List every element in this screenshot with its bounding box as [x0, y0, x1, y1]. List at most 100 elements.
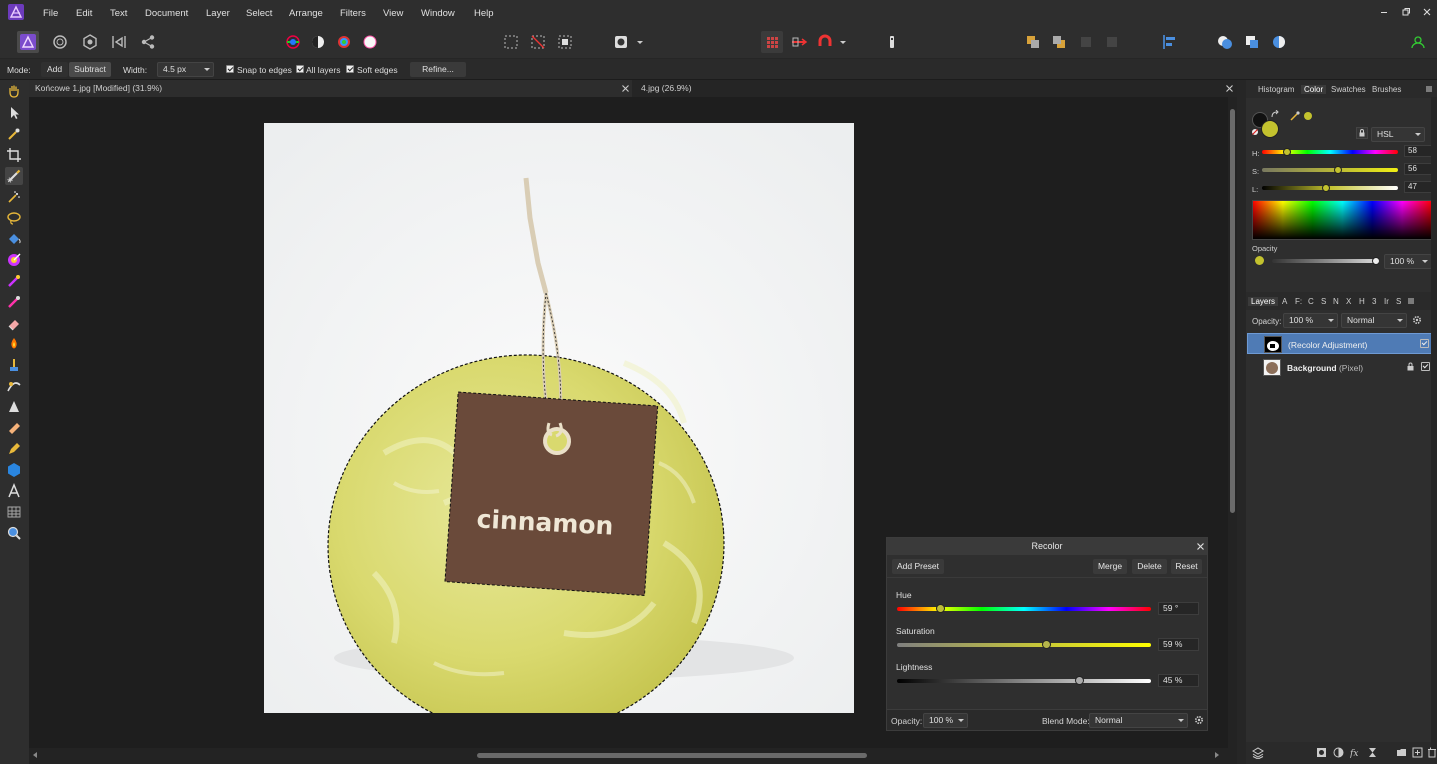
layer-row-background[interactable]: Background (Pixel) — [1247, 357, 1433, 378]
close-tab-1-icon[interactable] — [621, 84, 630, 93]
color-replacement-brush-icon[interactable] — [5, 272, 23, 290]
color-model-dropdown[interactable]: HSL — [1371, 127, 1425, 142]
tab-effects[interactable]: F: — [1295, 297, 1302, 306]
add-pixel-layer-icon[interactable] — [1412, 747, 1423, 758]
menu-text[interactable]: Text — [110, 8, 127, 19]
vertical-scrollbar[interactable] — [1228, 97, 1237, 748]
panel-menu-icon[interactable] — [1426, 86, 1434, 92]
layer-row-recolor[interactable]: (Recolor Adjustment) — [1247, 333, 1433, 354]
sharpen-tool-icon[interactable] — [5, 398, 23, 416]
levels-icon[interactable] — [282, 31, 304, 53]
layer-visibility-checkbox[interactable] — [1421, 362, 1430, 371]
develop-persona-icon[interactable] — [79, 31, 101, 53]
move-forward-icon[interactable] — [1048, 31, 1070, 53]
lightness-slider[interactable] — [897, 679, 1151, 683]
menu-help[interactable]: Help — [474, 8, 494, 19]
close-window-icon[interactable] — [1420, 5, 1434, 19]
color-picker-tool-icon[interactable] — [5, 125, 23, 143]
mesh-warp-tool-icon[interactable] — [5, 503, 23, 521]
photo-persona-icon[interactable] — [17, 31, 39, 53]
tab-histogram[interactable]: Histogram — [1258, 85, 1294, 94]
blend-mode-dropdown[interactable]: Normal — [1089, 713, 1188, 728]
saturation-slider-thumb[interactable] — [1042, 640, 1052, 649]
menu-select[interactable]: Select — [246, 8, 272, 19]
erase-brush-tool-icon[interactable] — [5, 314, 23, 332]
vertical-scroll-thumb[interactable] — [1230, 109, 1235, 513]
zoom-tool-icon[interactable] — [5, 524, 23, 542]
h-slider-thumb[interactable] — [1283, 148, 1291, 156]
tab-info[interactable]: Ir — [1384, 297, 1389, 306]
s-slider[interactable] — [1262, 168, 1398, 172]
flood-fill-tool-icon[interactable] — [5, 230, 23, 248]
close-recolor-icon[interactable] — [1196, 542, 1205, 551]
layer-visibility-checkbox[interactable] — [1420, 339, 1429, 348]
tab-channels[interactable]: C — [1308, 297, 1314, 306]
tab-document-1[interactable]: Końcowe 1.jpg [Modified] (31.9%) — [29, 80, 632, 97]
horizontal-scrollbar[interactable] — [29, 748, 1237, 764]
add-boolean-icon[interactable] — [1214, 31, 1236, 53]
hue-slider-thumb[interactable] — [935, 604, 945, 613]
tab-history[interactable]: H — [1359, 297, 1365, 306]
snapping-dropdown-icon[interactable] — [839, 40, 847, 46]
all-layers-checkbox[interactable] — [296, 65, 304, 73]
snapping-options-icon[interactable] — [788, 31, 810, 53]
layers-gear-icon[interactable] — [1412, 315, 1422, 325]
s-value-field[interactable]: 56 — [1404, 163, 1432, 175]
reset-button[interactable]: Reset — [1171, 559, 1202, 574]
saturation-slider[interactable] — [897, 643, 1151, 647]
menu-edit[interactable]: Edit — [76, 8, 92, 19]
deselect-icon[interactable] — [527, 31, 549, 53]
tab-color[interactable]: Color — [1301, 85, 1327, 94]
merge-button[interactable]: Merge — [1093, 559, 1127, 574]
scroll-left-icon[interactable] — [33, 752, 37, 758]
mode-subtract-button[interactable]: Subtract — [69, 62, 111, 77]
auto-white-balance-icon[interactable] — [359, 31, 381, 53]
flood-select-tool-icon[interactable] — [5, 188, 23, 206]
export-persona-icon[interactable] — [137, 31, 159, 53]
layer-lock-icon[interactable] — [1406, 362, 1415, 371]
tab-navigator[interactable]: N — [1333, 297, 1339, 306]
snap-to-edges-checkbox[interactable] — [226, 65, 234, 73]
color-opacity-dropdown[interactable]: 100 % — [1384, 254, 1432, 269]
layers-panel-menu-icon[interactable] — [1408, 298, 1416, 304]
gear-icon[interactable] — [1194, 715, 1204, 725]
blemish-removal-tool-icon[interactable] — [5, 377, 23, 395]
invert-selection-icon[interactable] — [554, 31, 576, 53]
close-all-tabs-icon[interactable] — [1225, 84, 1234, 93]
color-spectrum[interactable] — [1252, 200, 1433, 240]
hue-value-field[interactable]: 59 ° — [1158, 602, 1199, 615]
soft-edges-checkbox[interactable] — [346, 65, 354, 73]
assistant-icon[interactable] — [881, 31, 903, 53]
width-dropdown[interactable]: 4.5 px — [157, 62, 214, 77]
refine-button[interactable]: Refine... — [410, 62, 466, 77]
document-canvas-image[interactable]: cinnamon — [264, 123, 854, 713]
tone-mapping-persona-icon[interactable] — [108, 31, 130, 53]
fx-icon[interactable]: fx — [1350, 747, 1361, 758]
h-value-field[interactable]: 58 — [1404, 145, 1432, 157]
intersect-boolean-icon[interactable] — [1268, 31, 1290, 53]
add-preset-button[interactable]: Add Preset — [892, 559, 944, 574]
auto-contrast-icon[interactable] — [307, 31, 329, 53]
s-slider-thumb[interactable] — [1334, 166, 1342, 174]
scroll-right-icon[interactable] — [1215, 752, 1219, 758]
group-layers-icon[interactable] — [1396, 747, 1407, 758]
restore-icon[interactable] — [1399, 5, 1413, 19]
clone-brush-tool-icon[interactable] — [5, 356, 23, 374]
snapping-magnet-icon[interactable] — [814, 31, 836, 53]
horizontal-scroll-thumb[interactable] — [477, 753, 867, 758]
menu-window[interactable]: Window — [421, 8, 455, 19]
account-icon[interactable] — [1407, 31, 1429, 53]
tab-adjustments[interactable]: A — [1282, 297, 1287, 306]
tab-styles[interactable]: S — [1321, 297, 1326, 306]
paint-brush-tool-icon[interactable] — [5, 251, 23, 269]
quick-mask-dropdown-icon[interactable] — [636, 40, 644, 46]
lightness-value-field[interactable]: 45 % — [1158, 674, 1199, 687]
swap-colors-icon[interactable] — [1270, 110, 1280, 120]
crop-tool-icon[interactable] — [5, 146, 23, 164]
tab-swatches[interactable]: Swatches — [1331, 85, 1366, 94]
dodge-burn-tool-icon[interactable] — [5, 335, 23, 353]
fill-color-swatch[interactable] — [1261, 120, 1279, 138]
l-slider-thumb[interactable] — [1322, 184, 1330, 192]
menu-layer[interactable]: Layer — [206, 8, 230, 19]
tab-layers[interactable]: Layers — [1248, 297, 1279, 306]
